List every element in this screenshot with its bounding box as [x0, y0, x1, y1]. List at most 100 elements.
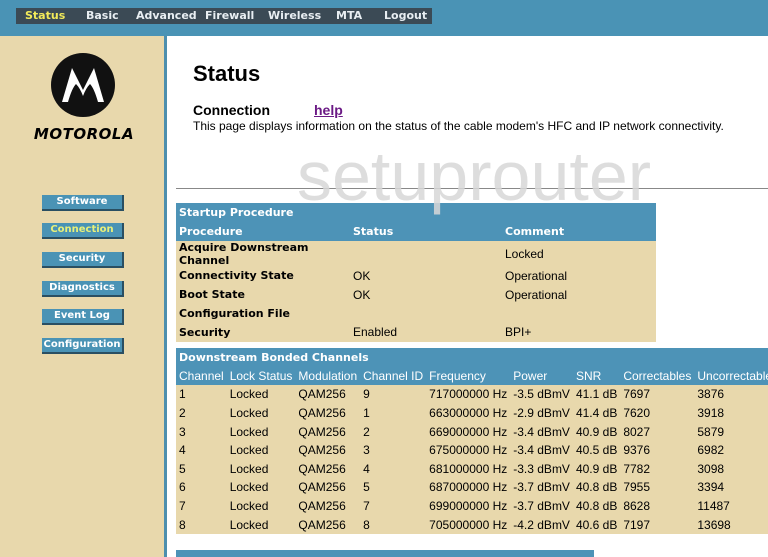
table-cell: QAM256	[298, 387, 346, 402]
table-row: Acquire Downstream Channel Locked	[179, 240, 544, 267]
table-cell: 41.1 dB	[575, 387, 618, 402]
column-header: Uncorrectables	[694, 366, 768, 386]
top-bar: Status Basic Advanced Firewall Wireless …	[0, 0, 768, 36]
table-cell: 9	[363, 387, 370, 402]
table-row: 8 Locked QAM256 8 705000000 Hz -4.2 dBmV 40.6 …	[176, 515, 768, 534]
table-cell: 5	[363, 480, 370, 495]
table-cell: QAM256	[298, 443, 346, 458]
table-cell: 687000000 Hz	[429, 480, 508, 495]
table-cell: 40.9 dB	[575, 461, 618, 476]
column-header: Status	[350, 221, 502, 241]
table-row: Connectivity State OK Operational	[179, 268, 568, 283]
table-row: 4 Locked QAM256 3 675000000 Hz -3.4 dBmV 40.5 …	[176, 441, 768, 460]
nav-firewall[interactable]: Firewall	[205, 9, 254, 22]
column-header: SNR	[572, 366, 621, 386]
table-cell: 8027	[623, 424, 651, 439]
table-cell: 675000000 Hz	[429, 443, 508, 458]
table-cell: Locked	[229, 480, 269, 495]
section-subtitle: Connection	[193, 102, 270, 118]
table-cell: 9376	[623, 443, 651, 458]
table-cell: QAM256	[298, 480, 346, 495]
table-cell: Locked	[229, 499, 269, 514]
table-cell: 40.5 dB	[575, 443, 618, 458]
sidebar-item-diagnostics[interactable]: Diagnostics	[42, 281, 124, 297]
table-row: 5 Locked QAM256 4 681000000 Hz -3.3 dBmV 40.9 …	[176, 460, 768, 479]
table-cell: 41.4 dB	[575, 406, 618, 421]
table-cell: Locked	[229, 461, 269, 476]
table-cell: 1	[363, 406, 370, 421]
table-row: 2 Locked QAM256 1 663000000 Hz -2.9 dBmV 41.4 …	[176, 404, 768, 423]
nav-logout[interactable]: Logout	[384, 9, 427, 22]
table-cell: 6	[179, 480, 186, 495]
table-cell: -2.9 dBmV	[513, 406, 570, 421]
table-cell: 5879	[697, 424, 725, 439]
table-cell: QAM256	[298, 517, 346, 532]
table-cell: Locked	[229, 443, 269, 458]
column-header: Channel ID	[360, 366, 427, 386]
table-cell: Locked	[229, 424, 269, 439]
main-content: Status Connection help This page display…	[167, 36, 768, 557]
column-header: Power	[510, 366, 573, 386]
help-link[interactable]: help	[314, 102, 343, 118]
column-header: Comment	[502, 221, 656, 241]
table-cell: 4	[179, 443, 186, 458]
nav-advanced[interactable]: Advanced	[136, 9, 197, 22]
column-header: Procedure	[176, 221, 350, 241]
column-header: Correctables	[620, 366, 695, 386]
downstream-channels-table: Downstream Bonded Channels Channel Lock S…	[176, 348, 768, 534]
nav-mta[interactable]: MTA	[336, 9, 362, 22]
sidebar-item-software[interactable]: Software	[42, 195, 124, 211]
page-title: Status	[193, 61, 261, 86]
table-cell: 3098	[697, 461, 725, 476]
column-header: Channel	[176, 366, 227, 386]
sidebar-item-event-log[interactable]: Event Log	[42, 309, 124, 325]
table-caption: Startup Procedure	[176, 203, 656, 222]
table-cell: 3	[179, 424, 186, 439]
column-header: Frequency	[426, 366, 511, 386]
table-cell: 40.6 dB	[575, 517, 618, 532]
table-cell: 717000000 Hz	[429, 387, 508, 402]
table-cell: 7620	[623, 406, 651, 421]
table-cell: 8	[179, 517, 186, 532]
table-cell: QAM256	[298, 499, 346, 514]
column-header: Lock Status	[226, 366, 296, 386]
table-cell: 3918	[697, 406, 725, 421]
table-caption: Downstream Bonded Channels	[176, 348, 768, 367]
table-cell: 11487	[697, 499, 730, 514]
column-header: Modulation	[295, 366, 361, 386]
nav-basic[interactable]: Basic	[86, 9, 119, 22]
nav-status[interactable]: Status	[25, 9, 65, 22]
table-cell: 663000000 Hz	[429, 406, 508, 421]
table-cell: QAM256	[298, 461, 346, 476]
table-cell: 7955	[623, 480, 651, 495]
sidebar-item-connection[interactable]: Connection	[42, 223, 124, 239]
table-cell: 699000000 Hz	[429, 499, 508, 514]
table-cell: Locked	[229, 406, 269, 421]
table-row: 7 Locked QAM256 7 699000000 Hz -3.7 dBmV 40.8 …	[176, 497, 768, 516]
table-cell: 6982	[697, 443, 725, 458]
table-cell: -3.4 dBmV	[513, 424, 570, 439]
table-cell: 3	[363, 443, 370, 458]
sidebar-item-security[interactable]: Security	[42, 252, 124, 268]
upstream-channels-header	[176, 550, 594, 557]
table-cell: 13698	[697, 517, 731, 532]
main-nav: Status Basic Advanced Firewall Wireless …	[16, 8, 432, 24]
table-cell: Locked	[229, 387, 269, 402]
table-cell: -3.3 dBmV	[513, 461, 570, 476]
horizontal-rule	[176, 188, 768, 189]
table-cell: 705000000 Hz	[429, 517, 508, 532]
table-row: Boot State OK Operational	[179, 287, 568, 302]
table-cell: -4.2 dBmV	[513, 517, 570, 532]
brand-name: MOTOROLA	[33, 125, 135, 143]
table-row: 3 Locked QAM256 2 669000000 Hz -3.4 dBmV 40.9 …	[176, 422, 768, 441]
table-cell: 40.8 dB	[575, 499, 618, 514]
table-cell: QAM256	[298, 424, 346, 439]
table-cell: 2	[179, 406, 186, 421]
table-cell: 7782	[623, 461, 651, 476]
table-cell: 8628	[623, 499, 651, 514]
table-cell: 3876	[697, 387, 725, 402]
table-row: Configuration File	[179, 307, 290, 321]
sidebar-item-configuration[interactable]: Configuration	[42, 338, 124, 354]
table-cell: Locked	[229, 517, 269, 532]
nav-wireless[interactable]: Wireless	[268, 9, 321, 22]
